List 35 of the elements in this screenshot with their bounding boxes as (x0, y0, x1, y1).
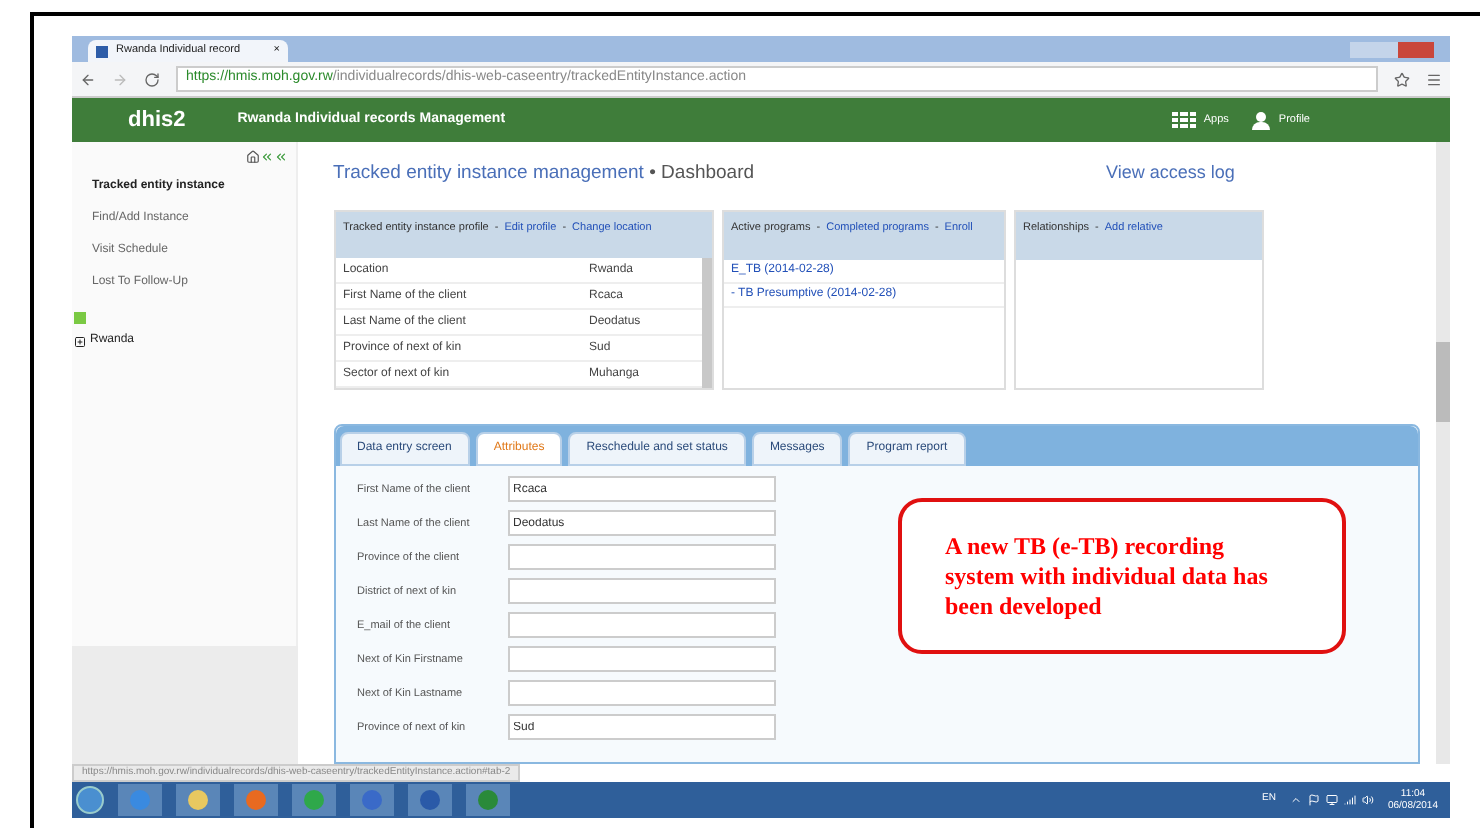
reload-icon[interactable] (144, 71, 160, 87)
page-scrollbar[interactable] (1435, 142, 1450, 764)
monitor-icon[interactable] (1325, 794, 1338, 806)
speaker-icon[interactable] (1361, 794, 1374, 806)
person-icon[interactable] (1252, 111, 1271, 129)
collapse-icon[interactable] (273, 150, 287, 164)
input-field[interactable] (507, 646, 775, 673)
taskbar-app-icon[interactable] (292, 784, 336, 816)
input-field[interactable] (507, 578, 775, 605)
back-icon[interactable] (80, 71, 96, 87)
logo: dhis2 (128, 105, 186, 136)
signal-icon[interactable] (1343, 794, 1356, 806)
taskbar-app-icon[interactable] (234, 784, 278, 816)
chevron-up-icon[interactable] (1289, 794, 1302, 806)
taskbar-app-icon[interactable] (176, 784, 220, 816)
grid-icon[interactable] (1171, 112, 1196, 128)
access-log-link[interactable]: View access log (1106, 160, 1235, 187)
star-icon[interactable] (1394, 71, 1410, 87)
tree-icon (74, 312, 86, 324)
input-field[interactable] (507, 680, 775, 707)
input-field[interactable] (507, 544, 775, 571)
taskbar-app-icon[interactable] (350, 784, 394, 816)
callout: A new TB (e-TB) recording system with individual data has been developed (897, 498, 1345, 654)
start-icon[interactable] (76, 786, 104, 814)
forward-icon[interactable] (112, 71, 128, 87)
home-icon[interactable] (245, 150, 259, 164)
menu-icon[interactable] (1426, 71, 1442, 87)
page-title: Tracked entity instance management • Dashboard (333, 160, 755, 188)
input-field[interactable] (507, 612, 775, 639)
scrollbar[interactable] (701, 258, 711, 389)
taskbar-app-icon[interactable] (408, 784, 452, 816)
flag-icon[interactable] (1307, 794, 1320, 806)
plus-box-icon[interactable] (74, 335, 86, 347)
favicon-icon (96, 45, 108, 57)
collapse-icon[interactable] (259, 150, 273, 164)
